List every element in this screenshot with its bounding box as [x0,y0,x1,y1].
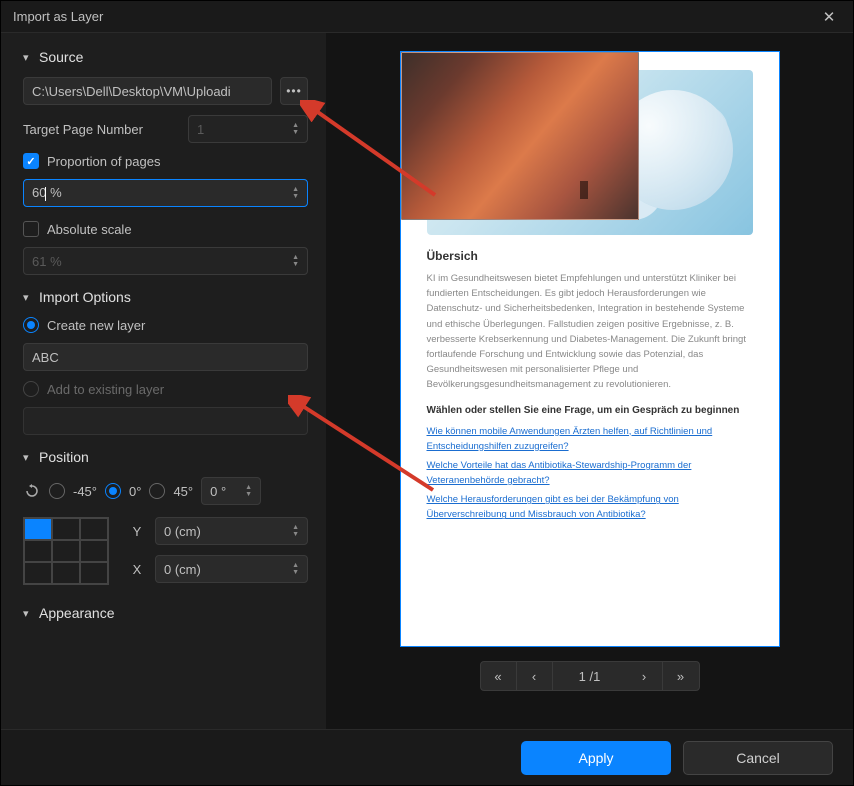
create-new-layer-label: Create new layer [47,318,145,333]
dialog-footer: Apply Cancel [1,729,853,785]
cancel-button[interactable]: Cancel [683,741,833,775]
anchor-mid-left[interactable] [24,540,52,562]
target-page-label: Target Page Number [23,122,143,137]
close-button[interactable]: ✕ [817,5,841,29]
proportion-input[interactable]: 60 % ▲▼ [23,179,308,207]
document-heading: Übersich [427,249,753,263]
section-title-source: Source [39,49,83,65]
x-offset-input[interactable]: 0 (cm) ▲▼ [155,555,308,583]
caret-down-icon: ▾ [23,51,33,64]
apply-button[interactable]: Apply [521,741,671,775]
caret-down-icon: ▾ [23,291,33,304]
existing-layer-dropdown [23,407,308,435]
anchor-top-left[interactable] [24,518,52,540]
x-label: X [129,562,145,577]
anchor-bottom-right[interactable] [80,562,108,584]
anchor-bottom-left[interactable] [24,562,52,584]
rotate-icon[interactable] [23,482,41,500]
rotation-0-label: 0° [129,484,141,499]
section-header-source[interactable]: ▾ Source [23,49,308,65]
titlebar: Import as Layer ✕ [1,1,853,33]
anchor-mid-right[interactable] [80,540,108,562]
browse-button[interactable]: ••• [280,77,308,105]
source-path-input[interactable]: C:\Users\Dell\Desktop\VM\Uploadi [23,77,272,105]
anchor-top-right[interactable] [80,518,108,540]
rotation-45-label: 45° [173,484,193,499]
document-link: Welche Herausforderungen gibt es bei der… [427,492,753,522]
absolute-scale-checkbox[interactable] [23,221,39,237]
page-navigation: « ‹ 1 /1 › » [480,661,700,691]
caret-down-icon: ▾ [23,451,33,464]
proportion-checkbox[interactable] [23,153,39,169]
layer-name-input[interactable]: ABC [23,343,308,371]
spinner-arrows-icon[interactable]: ▲▼ [292,562,299,576]
spinner-arrows-icon: ▲▼ [292,254,299,268]
rotation-neg45-label: -45° [73,484,97,499]
target-page-input[interactable]: 1 ▲▼ [188,115,308,143]
page-preview[interactable]: Übersich KI im Gesundheitswesen bietet E… [400,51,780,647]
anchor-center[interactable] [52,540,80,562]
dialog-title: Import as Layer [13,9,103,24]
section-header-import-options[interactable]: ▾ Import Options [23,289,308,305]
first-page-button[interactable]: « [481,662,517,690]
rotation-0-radio[interactable] [105,483,121,499]
import-as-layer-dialog: Import as Layer ✕ ▾ Source C:\Users\Dell… [0,0,854,786]
preview-area: Übersich KI im Gesundheitswesen bietet E… [366,51,813,717]
spinner-arrows-icon[interactable]: ▲▼ [292,122,299,136]
anchor-bottom-center[interactable] [52,562,80,584]
prev-page-button[interactable]: ‹ [517,662,553,690]
y-offset-input[interactable]: 0 (cm) ▲▼ [155,517,308,545]
absolute-scale-input: 61 % ▲▼ [23,247,308,275]
section-header-position[interactable]: ▾ Position [23,449,308,465]
create-new-layer-radio[interactable] [23,317,39,333]
settings-panel: ▾ Source C:\Users\Dell\Desktop\VM\Upload… [1,33,326,729]
document-link: Wie können mobile Anwendungen Ärzten hel… [427,424,753,454]
section-header-appearance[interactable]: ▾ Appearance [23,605,308,621]
caret-down-icon: ▾ [23,607,33,620]
spinner-arrows-icon[interactable]: ▲▼ [245,484,252,498]
y-label: Y [129,524,145,539]
absolute-scale-label: Absolute scale [47,222,132,237]
rotation-45-radio[interactable] [149,483,165,499]
last-page-button[interactable]: » [663,662,699,690]
next-page-button[interactable]: › [627,662,663,690]
proportion-label: Proportion of pages [47,154,160,169]
section-title-appearance: Appearance [39,605,115,621]
document-link: Welche Vorteile hat das Antibiotika-Stew… [427,458,753,488]
custom-angle-input[interactable]: 0 ° ▲▼ [201,477,261,505]
add-existing-layer-label: Add to existing layer [47,382,164,397]
spinner-arrows-icon[interactable]: ▲▼ [292,524,299,538]
preview-panel: Übersich KI im Gesundheitswesen bietet E… [326,33,853,729]
spinner-arrows-icon[interactable]: ▲▼ [292,186,299,200]
anchor-grid[interactable] [23,517,109,585]
dialog-body: ▾ Source C:\Users\Dell\Desktop\VM\Upload… [1,33,853,729]
page-indicator: 1 /1 [553,669,627,684]
section-title-position: Position [39,449,89,465]
section-title-import-options: Import Options [39,289,131,305]
add-existing-layer-radio[interactable] [23,381,39,397]
rotation-neg45-radio[interactable] [49,483,65,499]
imported-layer-overlay[interactable] [401,52,639,220]
document-body: KI im Gesundheitswesen bietet Empfehlung… [427,271,753,393]
document-subheading: Wählen oder stellen Sie eine Frage, um e… [427,405,753,416]
anchor-top-center[interactable] [52,518,80,540]
